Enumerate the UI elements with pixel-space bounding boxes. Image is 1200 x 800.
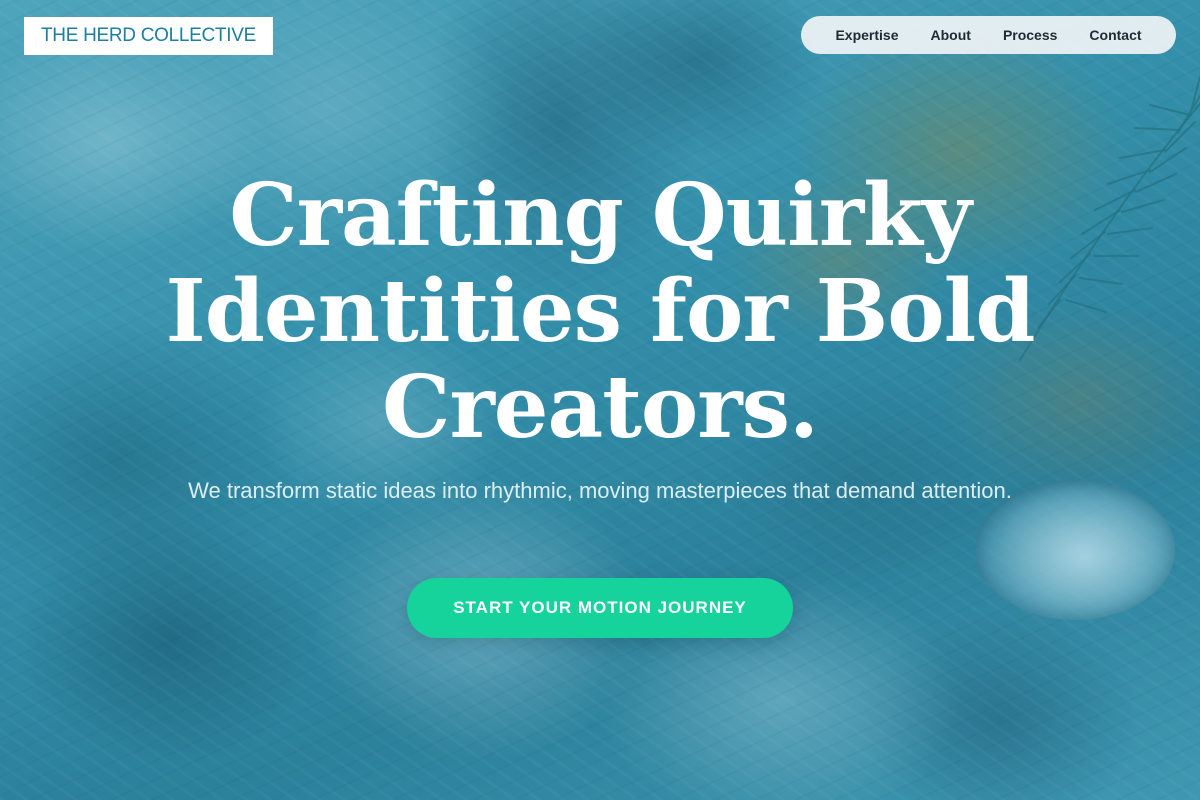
- nav-link-expertise[interactable]: Expertise: [819, 27, 914, 43]
- hero-subtitle: We transform static ideas into rhythmic,…: [188, 478, 1012, 503]
- nav-link-contact[interactable]: Contact: [1073, 27, 1157, 43]
- nav-link-about[interactable]: About: [915, 27, 987, 43]
- start-journey-button[interactable]: START YOUR MOTION JOURNEY: [407, 578, 793, 638]
- hero-headline: Crafting Quirky Identities for Bold Crea…: [165, 165, 1036, 458]
- hero-section: THE HERD COLLECTIVE Expertise About Proc…: [0, 0, 1200, 800]
- nav-link-process[interactable]: Process: [987, 27, 1073, 43]
- main-nav: Expertise About Process Contact: [801, 16, 1176, 54]
- brand-logo[interactable]: THE HERD COLLECTIVE: [24, 17, 273, 55]
- brand-logo-text: THE HERD COLLECTIVE: [41, 25, 256, 46]
